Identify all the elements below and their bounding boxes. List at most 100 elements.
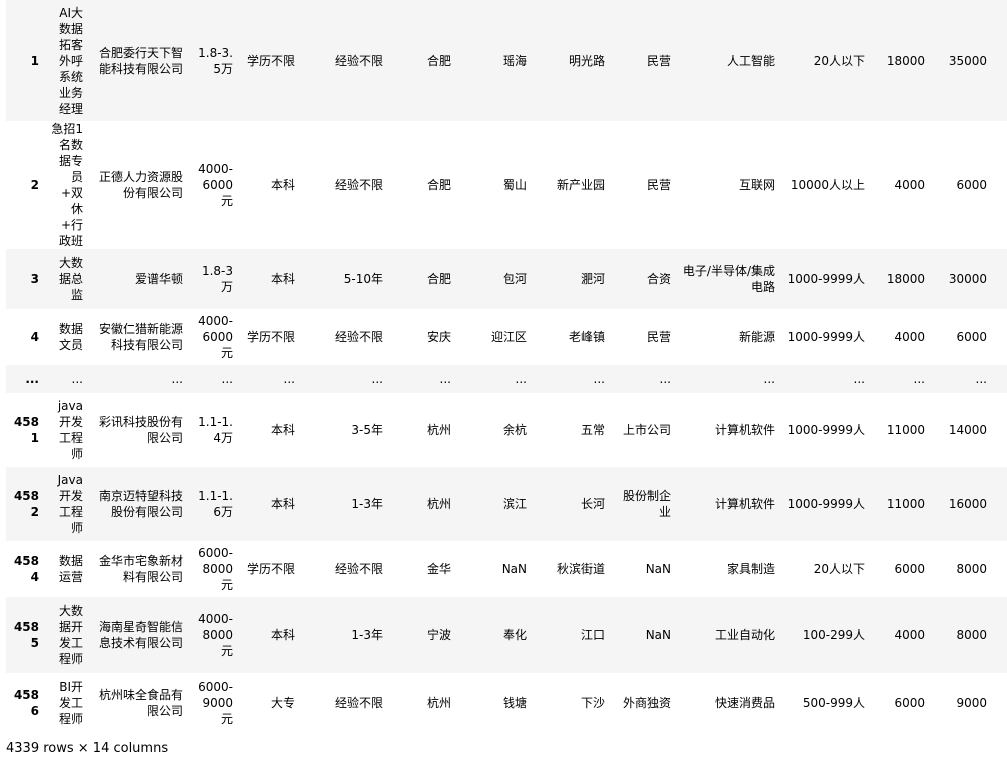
table-cell: 五常 (532, 393, 610, 467)
table-cell: 9000 (930, 673, 992, 730)
table-cell: 1.1-1.6万 (188, 467, 238, 541)
table-cell: 明光路 (532, 0, 610, 121)
table-cell: 经验不限 (300, 0, 388, 121)
table-cell: 正德人力资源股份有限公司 (88, 121, 188, 249)
table-cell: ... (870, 365, 930, 393)
table-cell: 1-3年 (300, 467, 388, 541)
row-index: 1 (6, 0, 44, 121)
table-cell: 11000 (870, 467, 930, 541)
table-cell: 合肥 (388, 0, 456, 121)
table-cell: ... (992, 365, 1007, 393)
table-cell: 本科 (238, 467, 300, 541)
table-cell: 6000 (870, 541, 930, 597)
table-cell: 急招1名数据专员+双休+行政班 (44, 121, 88, 249)
table-cell: 杭州味全食品有限公司 (88, 673, 188, 730)
table-cell: 20人以下 (780, 541, 870, 597)
table-cell: 江口 (532, 597, 610, 673)
table-cell: 本科 (238, 249, 300, 309)
table-cell: 18000 (870, 0, 930, 121)
table-cell: 经验不限 (300, 309, 388, 365)
row-index: 4582 (6, 467, 44, 541)
table-cell: 蜀山 (456, 121, 532, 249)
table-cell: 经验不限 (300, 673, 388, 730)
table-cell: 迎江区 (456, 309, 532, 365)
table-cell: ... (456, 365, 532, 393)
table-cell: 4000 (870, 597, 930, 673)
table-cell: ... (238, 365, 300, 393)
table-cell: 100-299人 (780, 597, 870, 673)
table-cell: 长河 (532, 467, 610, 541)
table-cell: 经验不限 (300, 541, 388, 597)
table-cell: 6 (992, 597, 1007, 673)
table-cell: 电子/半导体/集成电路 (676, 249, 780, 309)
table-cell: 1.8-3万 (188, 249, 238, 309)
table-cell: ... (930, 365, 992, 393)
table-cell: 12 (992, 393, 1007, 467)
table-cell: 3-5年 (300, 393, 388, 467)
row-index: 4584 (6, 541, 44, 597)
table-cell: 4000-8000元 (188, 597, 238, 673)
table-cell: 数据文员 (44, 309, 88, 365)
table-cell: 经验不限 (300, 121, 388, 249)
table-cell: 1.8-3.5万 (188, 0, 238, 121)
table-cell: 海南星奇智能信息技术有限公司 (88, 597, 188, 673)
row-index: ... (6, 365, 44, 393)
table-cell: ... (44, 365, 88, 393)
table-cell: 奉化 (456, 597, 532, 673)
table-cell: 大专 (238, 673, 300, 730)
table-row: 4585 大数据开发工程师 海南星奇智能信息技术有限公司 4000-8000元 本科 1-… (6, 597, 1007, 673)
table-cell: 1-3年 (300, 597, 388, 673)
table-cell: 安徽仁猎新能源科技有限公司 (88, 309, 188, 365)
table-cell: ... (780, 365, 870, 393)
row-index: 4581 (6, 393, 44, 467)
table-row: 3 大数据总监 爱谱华顿 1.8-3万 本科 5-10年 合肥 包河 淝河 合资 电子/半导体/集成… (6, 249, 1007, 309)
table-cell: 合资 (610, 249, 676, 309)
table-cell: 合肥委行天下智能科技有限公司 (88, 0, 188, 121)
table-cell: 1000-9999人 (780, 249, 870, 309)
table-cell: 20人以下 (780, 0, 870, 121)
table-cell: 7 (992, 541, 1007, 597)
table-cell: 余杭 (456, 393, 532, 467)
table-cell: 下沙 (532, 673, 610, 730)
table-cell: 6000 (930, 121, 992, 249)
table-cell: 包河 (456, 249, 532, 309)
table-cell: AI大数据拓客外呼系统业务经理 (44, 0, 88, 121)
row-index: 3 (6, 249, 44, 309)
table-cell: 1.1-1.4万 (188, 393, 238, 467)
table-cell: 民营 (610, 309, 676, 365)
table-cell: ... (88, 365, 188, 393)
table-cell: 杭州 (388, 467, 456, 541)
table-cell: 淝河 (532, 249, 610, 309)
row-index: 2 (6, 121, 44, 249)
table-row: 4582 Java开发工程师 南京迈特望科技股份有限公司 1.1-1.6万 本科 1-3年… (6, 467, 1007, 541)
table-cell: 安庆 (388, 309, 456, 365)
table-cell: 民营 (610, 0, 676, 121)
table-cell: 10000人以上 (780, 121, 870, 249)
table-cell: BI开发工程师 (44, 673, 88, 730)
table-cell: 4000-6000元 (188, 121, 238, 249)
table-cell: 4000 (870, 309, 930, 365)
table-cell: 16000 (930, 467, 992, 541)
table-cell: 大数据总监 (44, 249, 88, 309)
table-cell: 家具制造 (676, 541, 780, 597)
row-index: 4585 (6, 597, 44, 673)
table-cell: 11000 (870, 393, 930, 467)
table-cell: 杭州 (388, 673, 456, 730)
table-cell: 26 (992, 0, 1007, 121)
table-cell: 500-999人 (780, 673, 870, 730)
table-cell: ... (388, 365, 456, 393)
table-cell: 上市公司 (610, 393, 676, 467)
table-cell: 南京迈特望科技股份有限公司 (88, 467, 188, 541)
table-cell: 1000-9999人 (780, 393, 870, 467)
table-cell: 钱塘 (456, 673, 532, 730)
table-cell: 宁波 (388, 597, 456, 673)
table-cell: 13 (992, 467, 1007, 541)
table-cell: ... (188, 365, 238, 393)
table-cell: java开发工程师 (44, 393, 88, 467)
table-cell: 秋滨街道 (532, 541, 610, 597)
table-cell: 6000-9000元 (188, 673, 238, 730)
table-cell: 股份制企业 (610, 467, 676, 541)
table-cell: 8000 (930, 597, 992, 673)
table-cell: 计算机软件 (676, 393, 780, 467)
table-cell: 学历不限 (238, 309, 300, 365)
